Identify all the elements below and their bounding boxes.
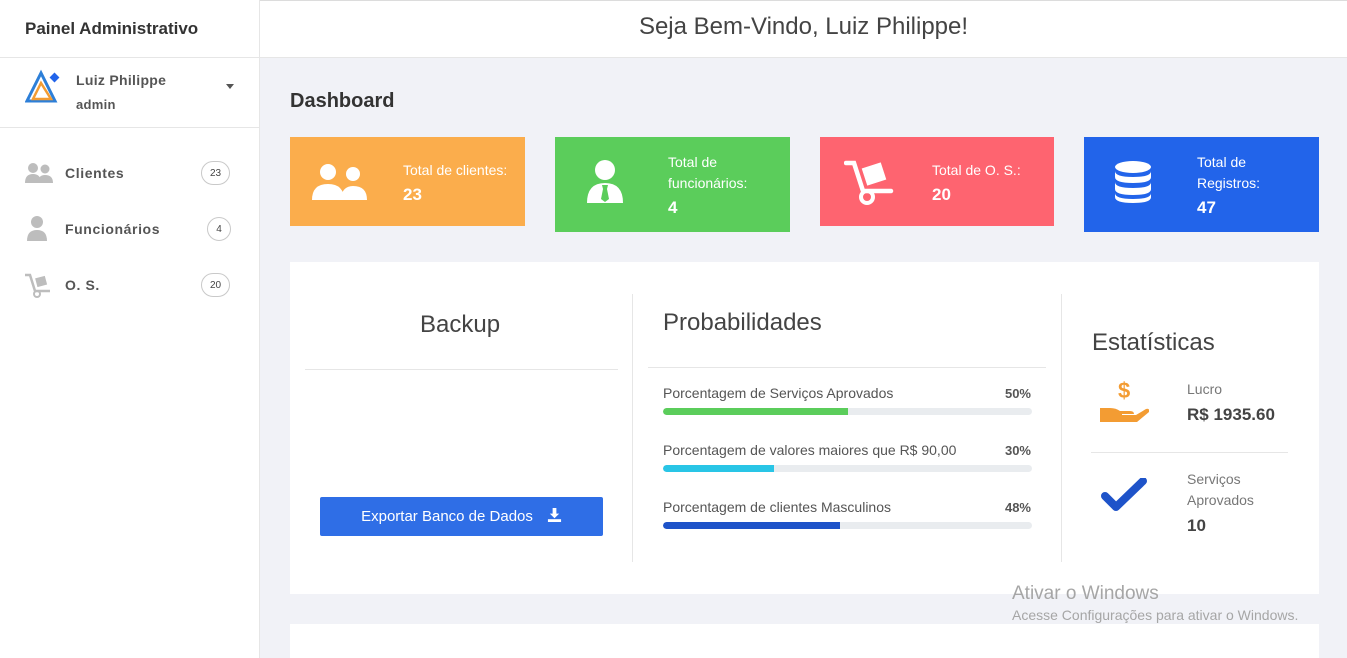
- probability-label: Porcentagem de clientes Masculinos: [663, 499, 892, 515]
- probability-label: Porcentagem de valores maiores que R$ 90…: [663, 442, 957, 458]
- count-badge: 23: [201, 161, 231, 185]
- sidebar-item-label: O. S.: [65, 277, 100, 293]
- sidebar-item-os[interactable]: O. S. 20: [0, 265, 259, 305]
- probability-bar: [663, 465, 1032, 472]
- card-label: Total de clientes:: [403, 162, 508, 178]
- count-badge: 4: [207, 217, 231, 241]
- user-name: Luiz Philippe: [76, 72, 167, 88]
- users-icon: [312, 164, 367, 200]
- card-label: Total de O. S.:: [932, 162, 1021, 178]
- probability-fill: [663, 465, 774, 472]
- page-title: Dashboard: [290, 90, 395, 112]
- card-label: Total de funcionários:: [668, 154, 748, 191]
- card-value: 4: [668, 198, 678, 217]
- user-tie-icon: [587, 160, 623, 203]
- database-icon: [1115, 161, 1151, 203]
- sidebar-item-funcionarios[interactable]: Funcionários 4: [0, 209, 259, 249]
- brand-title: Painel Administrativo: [0, 0, 259, 58]
- activation-watermark-title: Ativar o Windows: [1012, 583, 1159, 604]
- sidebar-item-clientes[interactable]: Clientes 23: [0, 153, 259, 193]
- statistics-title: Estatísticas: [1092, 329, 1215, 356]
- probability-fill: [663, 408, 848, 415]
- count-badge: 20: [201, 273, 231, 297]
- card-total-registros: Total de Registros: 47: [1084, 137, 1319, 232]
- card-total-os: Total de O. S.: 20: [820, 137, 1054, 226]
- card-value: 20: [932, 185, 951, 204]
- card-total-funcionarios: Total de funcionários: 4: [555, 137, 790, 232]
- users-icon: [25, 163, 53, 183]
- profit-value: R$ 1935.60: [1187, 405, 1275, 424]
- divider: [305, 369, 618, 370]
- svg-text:$: $: [1118, 380, 1130, 403]
- hand-dollar-icon: $: [1100, 380, 1149, 422]
- card-label: Total de Registros:: [1197, 154, 1261, 191]
- divider: [1091, 452, 1288, 453]
- secondary-panel: [290, 624, 1319, 658]
- column-divider: [1061, 294, 1062, 562]
- probability-percent: 48%: [1004, 500, 1031, 515]
- dolly-icon: [844, 160, 894, 205]
- export-database-button[interactable]: Exportar Banco de Dados: [320, 497, 603, 536]
- probability-bar: [663, 522, 1032, 529]
- export-button-label: Exportar Banco de Dados: [361, 508, 533, 525]
- activation-watermark-text: Acesse Configurações para ativar o Windo…: [1012, 607, 1299, 623]
- download-icon: [547, 507, 562, 526]
- dolly-icon: [25, 273, 50, 298]
- card-total-clientes: Total de clientes: 23: [290, 137, 525, 226]
- probabilities-title: Probabilidades: [663, 309, 822, 336]
- caret-down-icon[interactable]: [226, 84, 234, 89]
- column-divider: [632, 294, 633, 562]
- welcome-message: Seja Bem-Vindo, Luiz Philippe!: [638, 13, 969, 40]
- user-icon: [27, 216, 47, 241]
- divider: [648, 367, 1046, 368]
- top-bar: Seja Bem-Vindo, Luiz Philippe!: [260, 0, 1347, 58]
- card-value: 23: [403, 185, 422, 204]
- card-value: 47: [1197, 198, 1216, 217]
- user-logo-icon: [25, 69, 60, 103]
- probability-bar: [663, 408, 1032, 415]
- probability-percent: 30%: [1004, 443, 1031, 458]
- user-role: admin: [76, 97, 116, 112]
- probability-fill: [663, 522, 841, 529]
- probability-percent: 50%: [1004, 386, 1031, 401]
- profit-label: Lucro: [1187, 381, 1223, 397]
- approved-value: 10: [1187, 516, 1206, 535]
- check-icon: [1101, 478, 1147, 511]
- sidebar-item-label: Clientes: [65, 165, 125, 181]
- backup-title: Backup: [420, 311, 501, 338]
- sidebar-item-label: Funcionários: [65, 221, 161, 237]
- approved-label: Serviços Aprovados: [1187, 471, 1254, 508]
- probability-label: Porcentagem de Serviços Aprovados: [663, 385, 894, 401]
